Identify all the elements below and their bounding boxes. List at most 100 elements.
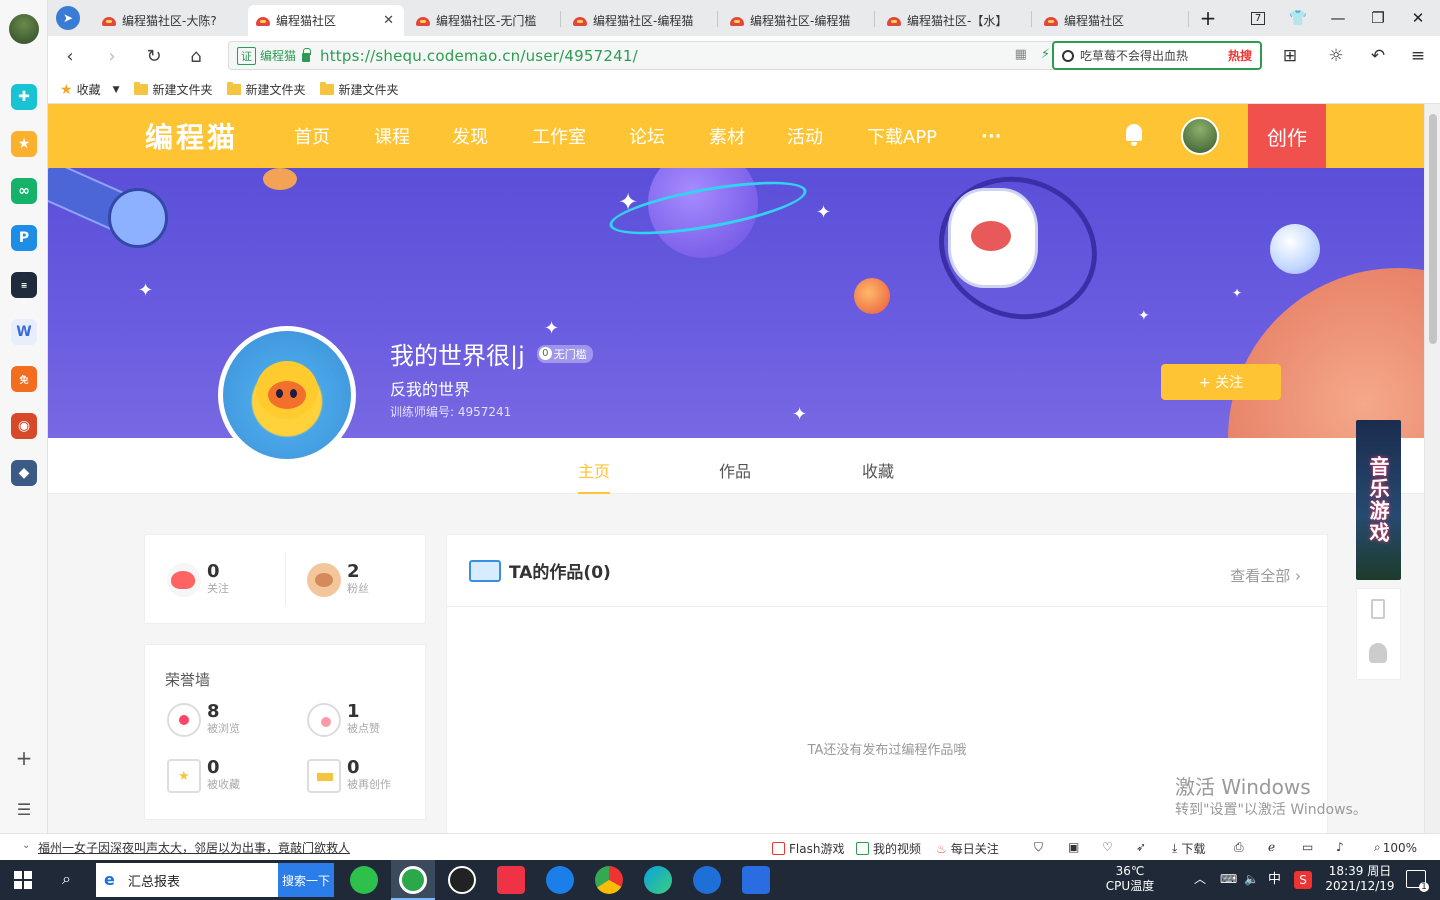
nav-avatar[interactable]: [1181, 117, 1219, 155]
news-ticker[interactable]: 福州一女子因深夜叫声太大，邻居以为出事，竟敲门欲救人: [38, 839, 350, 856]
p-app-icon[interactable]: P: [11, 225, 37, 251]
chevron-up-icon[interactable]: ︿: [1194, 872, 1206, 887]
rocket-icon[interactable]: ➶: [1136, 840, 1146, 854]
news-app-icon[interactable]: ≡: [11, 272, 37, 298]
create-button[interactable]: 创作: [1248, 104, 1326, 168]
tab-count-button[interactable]: 7: [1238, 0, 1278, 36]
minimize-icon[interactable]: —: [1318, 0, 1358, 36]
network-icon[interactable]: ⌨: [1220, 872, 1237, 887]
nav-events[interactable]: 活动: [787, 104, 823, 168]
nav-download-app[interactable]: 下载APP: [867, 104, 937, 168]
flash-games-link[interactable]: Flash游戏: [772, 840, 844, 857]
word-app-icon[interactable]: W: [11, 319, 37, 345]
star-app-icon[interactable]: ★: [11, 131, 37, 157]
qq-icon[interactable]: [1369, 643, 1387, 663]
sogou-icon[interactable]: [546, 866, 574, 894]
notification-icon[interactable]: 1: [1406, 870, 1429, 892]
speaker-icon[interactable]: 🔈: [1244, 872, 1259, 887]
volume-icon[interactable]: ♪: [1336, 840, 1344, 854]
qr-icon[interactable]: ▦: [1015, 47, 1027, 62]
tab-3[interactable]: 编程猫社区-无门槛: [408, 5, 558, 36]
nav-more[interactable]: ···: [981, 104, 1002, 168]
close-tab-icon[interactable]: ✕: [383, 13, 394, 28]
window-icon[interactable]: ▭: [1302, 840, 1313, 854]
zoom-level[interactable]: ⌕ 100%: [1374, 840, 1417, 855]
lightning-icon[interactable]: ⚡: [1041, 47, 1050, 62]
game-icon[interactable]: [497, 866, 525, 894]
search-icon[interactable]: ⌕: [62, 869, 71, 889]
url-bar[interactable]: 证 编程猫 https://shequ.codemao.cn/user/4957…: [228, 41, 1088, 70]
edge-icon[interactable]: [644, 866, 672, 894]
chevron-down-icon[interactable]: ⌄: [22, 840, 30, 851]
tab-home[interactable]: 主页: [578, 458, 611, 494]
navigation-icon[interactable]: ➤: [56, 6, 80, 30]
back-icon[interactable]: ‹: [58, 44, 82, 68]
add-icon[interactable]: +: [11, 745, 37, 771]
tab-1[interactable]: 编程猫社区-大陈?: [94, 5, 244, 36]
nav-discover[interactable]: 发现: [452, 104, 488, 168]
vertical-scrollbar[interactable]: [1424, 104, 1440, 833]
maximize-icon[interactable]: ❐: [1358, 0, 1398, 36]
search-box[interactable]: 吃草莓不会得出血热 热搜: [1052, 41, 1262, 70]
list-icon[interactable]: ☰: [11, 796, 37, 822]
menu-icon[interactable]: ≡: [1406, 44, 1430, 68]
music-game-ad[interactable]: 音乐游戏: [1356, 420, 1401, 580]
ime-indicator[interactable]: 中: [1268, 872, 1281, 887]
image-icon[interactable]: ▣: [1068, 840, 1079, 854]
bookmark-folder[interactable]: 新建文件夹: [319, 81, 399, 98]
search-go-button[interactable]: 搜索一下: [278, 863, 334, 897]
nav-studio[interactable]: 工作室: [532, 104, 586, 168]
follow-button[interactable]: + 关注: [1161, 364, 1281, 400]
taskbar-search[interactable]: e 汇总报表 搜索一下: [96, 863, 334, 897]
apps-grid-icon[interactable]: ⊞: [1278, 44, 1302, 68]
nav-courses[interactable]: 课程: [374, 104, 410, 168]
brightness-icon[interactable]: ☼: [1324, 44, 1348, 68]
user-avatar[interactable]: [9, 14, 39, 44]
profile-avatar[interactable]: [218, 326, 356, 464]
tab-4[interactable]: 编程猫社区-编程猫: [565, 5, 715, 36]
home-icon[interactable]: ⌂: [184, 44, 208, 68]
undo-icon[interactable]: ↶: [1366, 44, 1390, 68]
following-stat[interactable]: 0 关注: [167, 563, 229, 597]
forward-icon[interactable]: ›: [100, 44, 124, 68]
scrollbar-thumb[interactable]: [1429, 114, 1437, 344]
new-tab-icon[interactable]: +: [1188, 0, 1228, 36]
nav-materials[interactable]: 素材: [709, 104, 745, 168]
ie-icon[interactable]: ℯ: [1268, 840, 1275, 854]
nav-home[interactable]: 首页: [294, 104, 330, 168]
heart-rate-icon[interactable]: ♡: [1102, 840, 1113, 854]
qq-icon[interactable]: [448, 866, 476, 894]
bookmark-folder[interactable]: 新建文件夹: [226, 81, 306, 98]
ie-icon[interactable]: [693, 866, 721, 894]
print-icon[interactable]: ⎙: [1234, 840, 1244, 855]
tab-favorites[interactable]: 收藏: [862, 458, 894, 482]
sogou-ime-icon[interactable]: S: [1294, 871, 1312, 889]
game-app-icon[interactable]: ◉: [11, 413, 37, 439]
reload-icon[interactable]: ↻: [142, 44, 166, 68]
tab-7[interactable]: 编程猫社区: [1036, 5, 1186, 36]
my-videos-link[interactable]: 我的视频: [856, 840, 921, 857]
bell-icon[interactable]: [1124, 124, 1144, 146]
view-all-link[interactable]: 查看全部 ›: [1230, 565, 1301, 586]
shield-icon[interactable]: ⛉: [1034, 840, 1043, 855]
fans-stat[interactable]: 2 粉丝: [307, 563, 369, 597]
close-window-icon[interactable]: ✕: [1398, 0, 1438, 36]
tab-6[interactable]: 编程猫社区-【水】: [879, 5, 1029, 36]
novel-app-icon[interactable]: 免: [11, 366, 37, 392]
skin-icon[interactable]: 👕: [1278, 0, 1318, 36]
nav-forum[interactable]: 论坛: [629, 104, 665, 168]
360-browser-icon[interactable]: [399, 866, 427, 894]
wechat-icon[interactable]: [350, 866, 378, 894]
cloud-app-icon[interactable]: ∞: [11, 178, 37, 204]
bookmark-folder[interactable]: 新建文件夹: [133, 81, 213, 98]
hot-search-label[interactable]: 热搜: [1228, 47, 1252, 64]
download-link[interactable]: ⤓ 下载: [1172, 840, 1205, 857]
daily-focus-link[interactable]: ♨ 每日关注: [936, 840, 999, 857]
mobile-icon[interactable]: [1371, 599, 1385, 619]
clock[interactable]: 18:39 周日 2021/12/19: [1324, 864, 1396, 894]
tab-works[interactable]: 作品: [719, 458, 751, 482]
site-logo[interactable]: 编程猫: [145, 116, 238, 156]
bookmark-favorites[interactable]: ★ 收藏 ▼: [60, 81, 120, 98]
tab-5[interactable]: 编程猫社区-编程猫: [722, 5, 872, 36]
plus-app-icon[interactable]: ✚: [11, 84, 37, 110]
